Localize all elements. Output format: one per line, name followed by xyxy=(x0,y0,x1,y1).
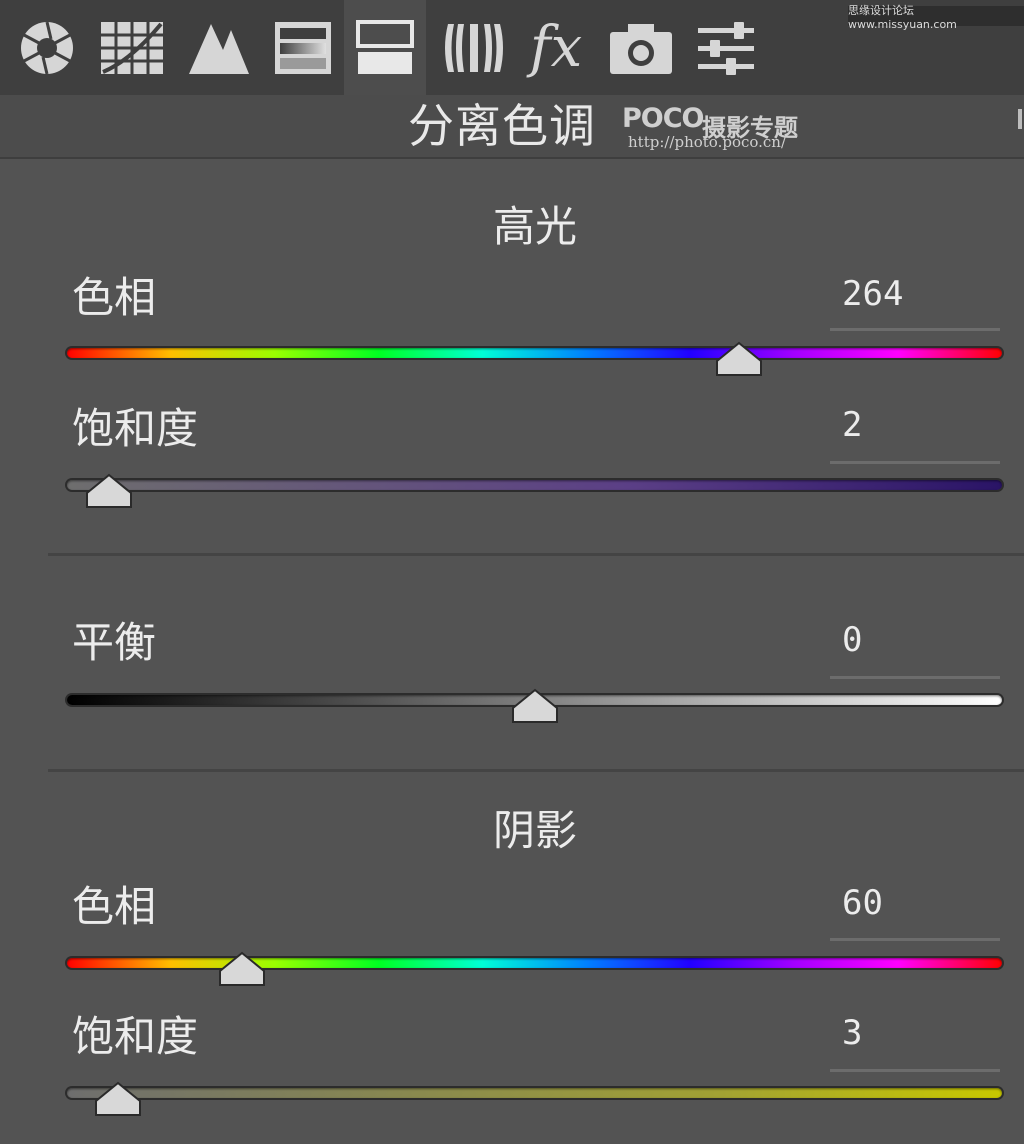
shadow-saturation-value-underline xyxy=(830,1069,1000,1072)
shadows-title: 阴影 xyxy=(492,806,577,855)
balance-slider-thumb[interactable] xyxy=(511,688,559,724)
highlight-saturation-label: 饱和度 xyxy=(72,404,199,453)
shadow-hue-value[interactable]: 60 xyxy=(842,883,883,923)
tool-hsl[interactable] xyxy=(268,0,338,95)
poco-url: http://photo.poco.cn/ xyxy=(628,133,787,151)
section-divider xyxy=(48,553,1024,556)
highlight-saturation-value-underline xyxy=(830,461,1000,464)
section-divider xyxy=(48,769,1024,772)
camera-calibration-icon xyxy=(610,23,672,74)
shadow-saturation-label: 饱和度 xyxy=(72,1012,199,1061)
lens-corrections-icon xyxy=(445,23,503,72)
hsl-icon xyxy=(275,21,331,74)
aperture-icon xyxy=(21,21,73,74)
shadow-hue-slider-track[interactable] xyxy=(67,958,1002,968)
shadow-hue-label: 色相 xyxy=(72,882,157,931)
balance-label: 平衡 xyxy=(72,618,157,667)
tool-lens-corrections[interactable] xyxy=(440,0,508,95)
shadow-hue-value-underline xyxy=(830,938,1000,941)
panel-header: 分离色调 POCO 摄影专题 http://photo.poco.cn/ xyxy=(0,95,1024,159)
tool-camera-calibration[interactable] xyxy=(604,0,678,95)
highlights-title: 高光 xyxy=(492,202,577,251)
presets-sliders-icon xyxy=(698,21,754,75)
poco-logo: POCO xyxy=(622,103,705,134)
highlight-hue-slider-thumb[interactable] xyxy=(715,341,763,377)
highlight-saturation-slider-track[interactable] xyxy=(67,480,1002,490)
balance-value[interactable]: 0 xyxy=(842,620,862,660)
panel-title: 分离色调 xyxy=(408,99,596,153)
shadow-saturation-slider-track[interactable] xyxy=(67,1088,1002,1098)
panel-toolbar: fx 思缘设计论坛 www.missyuan.com xyxy=(0,0,1024,95)
tone-curve-icon xyxy=(101,21,163,74)
detail-icon xyxy=(189,23,249,74)
highlight-hue-value[interactable]: 264 xyxy=(842,274,903,314)
tool-effects[interactable]: fx xyxy=(522,0,590,95)
tool-split-toning[interactable] xyxy=(344,0,426,95)
tool-basic[interactable] xyxy=(12,0,82,95)
balance-value-underline xyxy=(830,676,1000,679)
tool-presets[interactable] xyxy=(692,0,760,95)
panel-menu-handle[interactable] xyxy=(1018,109,1022,129)
tool-detail[interactable] xyxy=(184,0,254,95)
highlight-hue-slider-track[interactable] xyxy=(67,348,1002,358)
highlight-saturation-value[interactable]: 2 xyxy=(842,405,862,445)
highlight-hue-label: 色相 xyxy=(72,273,157,322)
shadow-saturation-slider-thumb[interactable] xyxy=(94,1081,142,1117)
split-toning-icon xyxy=(356,19,414,74)
highlight-hue-value-underline xyxy=(830,328,1000,331)
poco-watermark: POCO 摄影专题 http://photo.poco.cn/ xyxy=(622,103,802,151)
site-credit: 思缘设计论坛 www.missyuan.com xyxy=(848,4,1024,31)
shadow-saturation-value[interactable]: 3 xyxy=(842,1013,862,1053)
tool-tone-curve[interactable] xyxy=(94,0,170,95)
highlight-saturation-slider-thumb[interactable] xyxy=(85,473,133,509)
fx-icon: fx xyxy=(529,14,583,80)
shadow-hue-slider-thumb[interactable] xyxy=(218,951,266,987)
